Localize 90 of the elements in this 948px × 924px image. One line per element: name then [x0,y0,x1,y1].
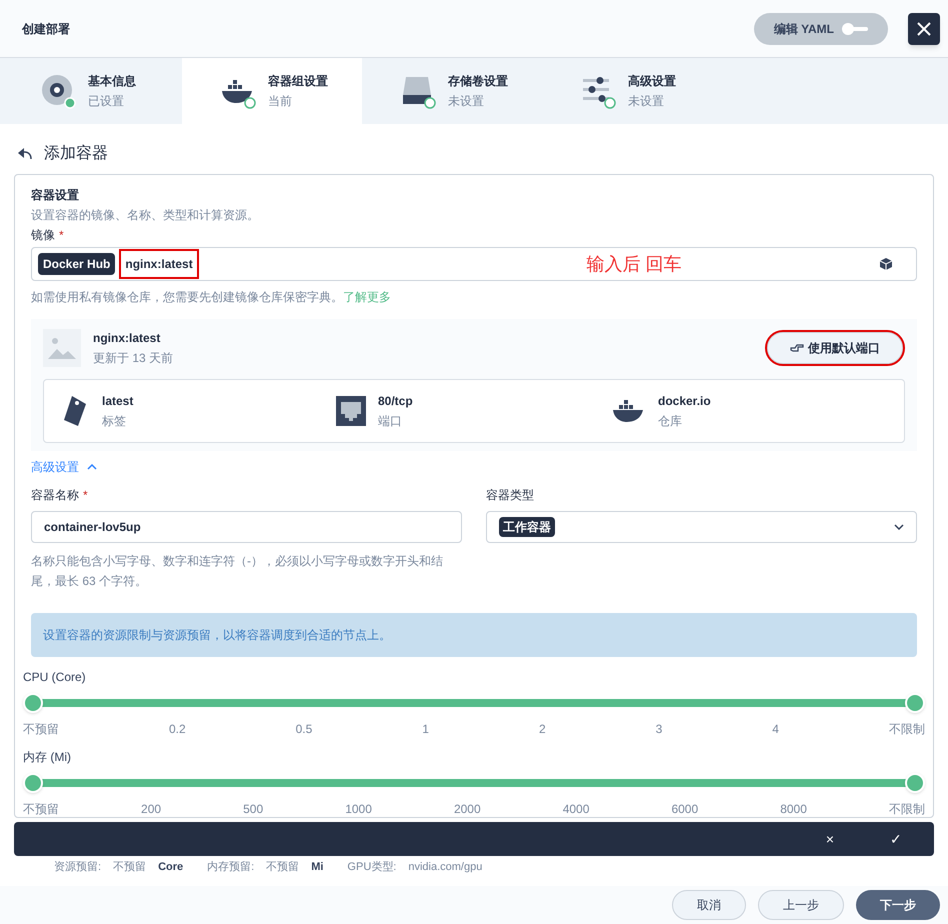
fact-value: docker.io [658,393,711,409]
reservation-label: GPU类型: [347,860,396,875]
yaml-toggle[interactable]: 编辑 YAML [754,12,888,44]
step-tab[interactable]: 容器组设置 当前 [182,58,362,124]
slider-tick-label: 0.2 [168,721,186,737]
slider-tick-label: 3 [656,721,662,737]
range-slider[interactable] [23,693,925,713]
section-title: 容器设置 [31,187,80,203]
slider-handle[interactable] [23,773,43,793]
image-name: nginx:latest [93,330,162,346]
back-icon[interactable] [18,148,32,160]
type-value: 工作容器 [499,517,555,537]
field-hint: 名称只能包含小写字母、数字和连字符（-），必须以小写字母或数字开头和结尾，最长 63 个字符。 [31,553,444,590]
annotation-text: 输入后 回车 [586,253,682,276]
slider-tick-label: 不限制 [888,801,925,817]
section-description: 设置容器的镜像、名称、类型和计算资源。 [31,207,260,223]
image-field[interactable]: Docker Hub nginx:latest 输入后 回车 [31,247,917,281]
reservation-value: 不预留 [113,860,146,875]
advanced-settings-toggle[interactable]: 高级设置 [31,459,97,475]
container-type-select[interactable]: 工作容器 [486,511,917,543]
reservation-label: 资源预留: [54,860,102,875]
fact-label: 端口 [378,413,403,429]
info-banner: 设置容器的资源限制与资源预留，以将容器调度到合适的节点上。 [31,613,917,657]
step-status: 未设置 [628,93,665,109]
whale-icon [612,398,646,424]
slider-label: CPU (Core) [23,669,87,685]
step-title: 高级设置 [628,73,676,89]
slider-handle[interactable] [905,773,925,793]
image-value: nginx:latest [119,249,199,279]
step-tab[interactable]: 存储卷设置 未设置 [362,58,542,124]
step-title: 存储卷设置 [448,73,508,89]
container-name-input[interactable]: container-lov5up [31,511,462,543]
chevron-down-icon [894,524,904,530]
slider-handle[interactable] [23,693,43,713]
field-label: 镜像 [31,227,55,243]
slider-tick-label: 500 [243,801,264,817]
hint-text: 如需使用私有镜像仓库，您需要先创建镜像仓库保密字典。 [31,290,343,304]
reservation-unit: Core [158,860,184,875]
range-slider[interactable] [23,773,925,793]
slider-tick-label: 2000 [454,801,481,817]
reservation-value: nvidia.com/gpu [408,860,482,875]
disc-icon [40,73,76,109]
slider-tick-label: 6000 [671,801,698,817]
required-mark: * [83,487,88,503]
fact-label: 标签 [102,413,127,429]
close-icon [916,20,932,36]
slider-tick-label: 1 [422,721,429,737]
toggle-icon [842,22,868,34]
fact-value: latest [102,393,134,409]
default-port-button[interactable]: 使用默认端口 [767,332,903,364]
page-title: 添加容器 [44,144,108,164]
field-label: 容器类型 [486,487,535,503]
cancel-icon-button[interactable]: × [826,829,834,849]
required-mark: * [59,227,64,243]
slider-tick-label: 1000 [345,801,372,817]
step-tab[interactable]: 高级设置 未设置 [542,58,722,124]
registry-badge: Docker Hub [38,253,116,275]
fact-value: 80/tcp [378,393,413,409]
slider-tick-label: 200 [141,801,162,817]
slider-tick-label: 不预留 [23,801,59,817]
slider-tick-label: 8000 [780,801,807,817]
step-status: 已设置 [88,93,125,109]
reservation-label: 内存预留: [207,860,254,875]
step-status: 未设置 [448,93,485,109]
close-button[interactable] [908,12,940,44]
footer-button[interactable]: 下一步 [856,890,940,920]
step-title: 容器组设置 [268,73,328,89]
slider-label: 内存 (Mi) [23,749,72,765]
fact-label: 仓库 [658,413,683,429]
ethernet-port-icon [336,396,366,426]
slider-tick-label: 不限制 [888,721,925,737]
window-title: 创建部署 [22,20,70,36]
reservation-value: 不预留 [266,860,300,875]
reservation-unit: Mi [311,860,324,875]
slider-tick-label: 不预留 [23,721,59,737]
field-label: 容器名称 [31,487,79,503]
chevron-up-icon [87,464,97,470]
step-status: 当前 [268,93,293,109]
step-title: 基本信息 [88,73,136,89]
confirm-icon-button[interactable]: ✓ [890,829,902,849]
slider-handle[interactable] [905,693,925,713]
step-tab[interactable]: 基本信息 已设置 [2,58,182,124]
footer-button[interactable]: 取消 [672,890,746,920]
slider-tick-label: 2 [538,721,546,737]
slider-tick-label: 4000 [562,801,590,817]
slider-tick-label: 4 [772,721,779,737]
slider-tick-label: 0.5 [296,721,312,737]
footer-button[interactable]: 上一步 [758,890,844,920]
image-updated: 更新于 13 天前 [93,350,174,366]
cube-icon [880,258,892,270]
